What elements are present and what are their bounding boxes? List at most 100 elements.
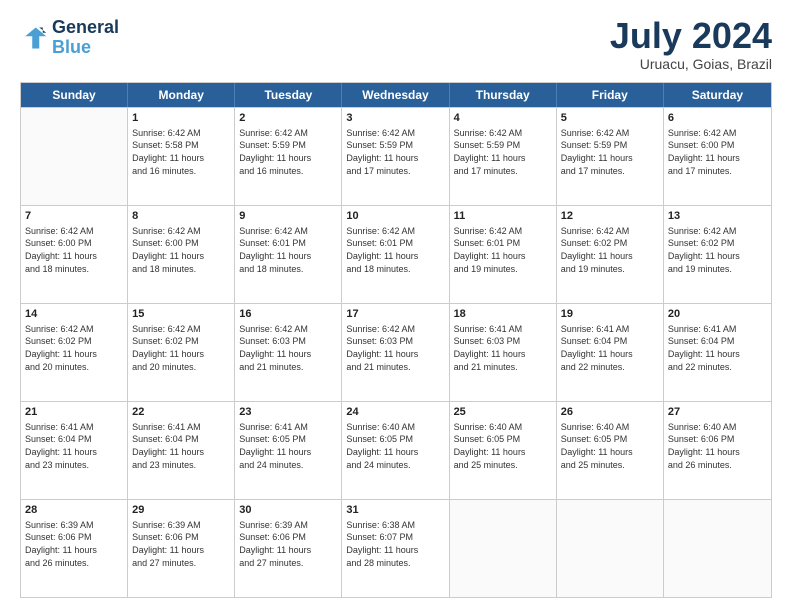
day-number: 21: [25, 405, 123, 420]
day-info: Sunrise: 6:41 AM Sunset: 6:04 PM Dayligh…: [132, 421, 230, 471]
day-number: 26: [561, 405, 659, 420]
calendar-cell: 4Sunrise: 6:42 AM Sunset: 5:59 PM Daylig…: [450, 108, 557, 205]
day-info: Sunrise: 6:42 AM Sunset: 6:02 PM Dayligh…: [25, 323, 123, 373]
calendar-cell: [664, 500, 771, 597]
calendar-row: 1Sunrise: 6:42 AM Sunset: 5:58 PM Daylig…: [21, 107, 771, 205]
page: General Blue July 2024 Uruacu, Goias, Br…: [0, 0, 792, 612]
day-number: 23: [239, 405, 337, 420]
day-info: Sunrise: 6:40 AM Sunset: 6:05 PM Dayligh…: [454, 421, 552, 471]
day-info: Sunrise: 6:42 AM Sunset: 6:00 PM Dayligh…: [668, 127, 767, 177]
day-info: Sunrise: 6:42 AM Sunset: 6:00 PM Dayligh…: [132, 225, 230, 275]
calendar-cell: 9Sunrise: 6:42 AM Sunset: 6:01 PM Daylig…: [235, 206, 342, 303]
calendar-cell: 17Sunrise: 6:42 AM Sunset: 6:03 PM Dayli…: [342, 304, 449, 401]
calendar-cell: 16Sunrise: 6:42 AM Sunset: 6:03 PM Dayli…: [235, 304, 342, 401]
day-header-monday: Monday: [128, 83, 235, 107]
calendar-cell: [450, 500, 557, 597]
day-info: Sunrise: 6:42 AM Sunset: 5:59 PM Dayligh…: [561, 127, 659, 177]
calendar-cell: 7Sunrise: 6:42 AM Sunset: 6:00 PM Daylig…: [21, 206, 128, 303]
day-info: Sunrise: 6:42 AM Sunset: 6:01 PM Dayligh…: [239, 225, 337, 275]
day-info: Sunrise: 6:40 AM Sunset: 6:06 PM Dayligh…: [668, 421, 767, 471]
day-number: 10: [346, 209, 444, 224]
day-info: Sunrise: 6:42 AM Sunset: 6:00 PM Dayligh…: [25, 225, 123, 275]
calendar-cell: 1Sunrise: 6:42 AM Sunset: 5:58 PM Daylig…: [128, 108, 235, 205]
calendar-header: SundayMondayTuesdayWednesdayThursdayFrid…: [21, 83, 771, 107]
calendar-cell: 11Sunrise: 6:42 AM Sunset: 6:01 PM Dayli…: [450, 206, 557, 303]
calendar-cell: 3Sunrise: 6:42 AM Sunset: 5:59 PM Daylig…: [342, 108, 449, 205]
day-info: Sunrise: 6:42 AM Sunset: 5:58 PM Dayligh…: [132, 127, 230, 177]
calendar-cell: 29Sunrise: 6:39 AM Sunset: 6:06 PM Dayli…: [128, 500, 235, 597]
day-info: Sunrise: 6:42 AM Sunset: 6:01 PM Dayligh…: [346, 225, 444, 275]
calendar-cell: 28Sunrise: 6:39 AM Sunset: 6:06 PM Dayli…: [21, 500, 128, 597]
day-info: Sunrise: 6:42 AM Sunset: 5:59 PM Dayligh…: [346, 127, 444, 177]
day-info: Sunrise: 6:42 AM Sunset: 6:02 PM Dayligh…: [132, 323, 230, 373]
logo-text: General Blue: [52, 18, 119, 58]
day-number: 12: [561, 209, 659, 224]
day-number: 19: [561, 307, 659, 322]
day-number: 17: [346, 307, 444, 322]
calendar-cell: 31Sunrise: 6:38 AM Sunset: 6:07 PM Dayli…: [342, 500, 449, 597]
day-header-tuesday: Tuesday: [235, 83, 342, 107]
day-number: 3: [346, 111, 444, 126]
day-number: 6: [668, 111, 767, 126]
day-number: 2: [239, 111, 337, 126]
day-number: 8: [132, 209, 230, 224]
day-info: Sunrise: 6:41 AM Sunset: 6:04 PM Dayligh…: [561, 323, 659, 373]
day-number: 22: [132, 405, 230, 420]
calendar-cell: 6Sunrise: 6:42 AM Sunset: 6:00 PM Daylig…: [664, 108, 771, 205]
calendar-cell: [557, 500, 664, 597]
calendar-cell: 30Sunrise: 6:39 AM Sunset: 6:06 PM Dayli…: [235, 500, 342, 597]
day-number: 16: [239, 307, 337, 322]
calendar: SundayMondayTuesdayWednesdayThursdayFrid…: [20, 82, 772, 598]
day-info: Sunrise: 6:39 AM Sunset: 6:06 PM Dayligh…: [132, 519, 230, 569]
calendar-cell: 27Sunrise: 6:40 AM Sunset: 6:06 PM Dayli…: [664, 402, 771, 499]
calendar-cell: 14Sunrise: 6:42 AM Sunset: 6:02 PM Dayli…: [21, 304, 128, 401]
day-info: Sunrise: 6:42 AM Sunset: 6:03 PM Dayligh…: [346, 323, 444, 373]
calendar-body: 1Sunrise: 6:42 AM Sunset: 5:58 PM Daylig…: [21, 107, 771, 597]
calendar-cell: 5Sunrise: 6:42 AM Sunset: 5:59 PM Daylig…: [557, 108, 664, 205]
day-info: Sunrise: 6:41 AM Sunset: 6:05 PM Dayligh…: [239, 421, 337, 471]
month-title: July 2024: [610, 18, 772, 54]
day-info: Sunrise: 6:40 AM Sunset: 6:05 PM Dayligh…: [346, 421, 444, 471]
day-info: Sunrise: 6:41 AM Sunset: 6:03 PM Dayligh…: [454, 323, 552, 373]
day-number: 25: [454, 405, 552, 420]
day-info: Sunrise: 6:39 AM Sunset: 6:06 PM Dayligh…: [239, 519, 337, 569]
day-info: Sunrise: 6:42 AM Sunset: 5:59 PM Dayligh…: [239, 127, 337, 177]
calendar-cell: 8Sunrise: 6:42 AM Sunset: 6:00 PM Daylig…: [128, 206, 235, 303]
day-header-thursday: Thursday: [450, 83, 557, 107]
day-number: 18: [454, 307, 552, 322]
calendar-cell: [21, 108, 128, 205]
day-info: Sunrise: 6:42 AM Sunset: 5:59 PM Dayligh…: [454, 127, 552, 177]
day-header-saturday: Saturday: [664, 83, 771, 107]
header: General Blue July 2024 Uruacu, Goias, Br…: [20, 18, 772, 72]
location: Uruacu, Goias, Brazil: [610, 56, 772, 72]
day-number: 9: [239, 209, 337, 224]
logo: General Blue: [20, 18, 119, 58]
calendar-row: 7Sunrise: 6:42 AM Sunset: 6:00 PM Daylig…: [21, 205, 771, 303]
day-info: Sunrise: 6:42 AM Sunset: 6:02 PM Dayligh…: [668, 225, 767, 275]
day-number: 7: [25, 209, 123, 224]
day-info: Sunrise: 6:42 AM Sunset: 6:03 PM Dayligh…: [239, 323, 337, 373]
calendar-cell: 20Sunrise: 6:41 AM Sunset: 6:04 PM Dayli…: [664, 304, 771, 401]
day-number: 13: [668, 209, 767, 224]
day-number: 31: [346, 503, 444, 518]
logo-icon: [20, 24, 48, 52]
day-number: 24: [346, 405, 444, 420]
calendar-cell: 12Sunrise: 6:42 AM Sunset: 6:02 PM Dayli…: [557, 206, 664, 303]
day-info: Sunrise: 6:38 AM Sunset: 6:07 PM Dayligh…: [346, 519, 444, 569]
day-number: 28: [25, 503, 123, 518]
day-info: Sunrise: 6:41 AM Sunset: 6:04 PM Dayligh…: [668, 323, 767, 373]
calendar-cell: 22Sunrise: 6:41 AM Sunset: 6:04 PM Dayli…: [128, 402, 235, 499]
calendar-cell: 23Sunrise: 6:41 AM Sunset: 6:05 PM Dayli…: [235, 402, 342, 499]
day-number: 1: [132, 111, 230, 126]
calendar-cell: 13Sunrise: 6:42 AM Sunset: 6:02 PM Dayli…: [664, 206, 771, 303]
calendar-row: 14Sunrise: 6:42 AM Sunset: 6:02 PM Dayli…: [21, 303, 771, 401]
calendar-cell: 19Sunrise: 6:41 AM Sunset: 6:04 PM Dayli…: [557, 304, 664, 401]
day-number: 20: [668, 307, 767, 322]
day-info: Sunrise: 6:39 AM Sunset: 6:06 PM Dayligh…: [25, 519, 123, 569]
calendar-cell: 24Sunrise: 6:40 AM Sunset: 6:05 PM Dayli…: [342, 402, 449, 499]
day-number: 15: [132, 307, 230, 322]
calendar-row: 21 Sunrise: 6:41 AM Sunset: 6:04 PM Dayli…: [21, 401, 771, 499]
day-number: 5: [561, 111, 659, 126]
day-info: Sunrise: 6:42 AM Sunset: 6:01 PM Dayligh…: [454, 225, 552, 275]
calendar-cell: 2Sunrise: 6:42 AM Sunset: 5:59 PM Daylig…: [235, 108, 342, 205]
